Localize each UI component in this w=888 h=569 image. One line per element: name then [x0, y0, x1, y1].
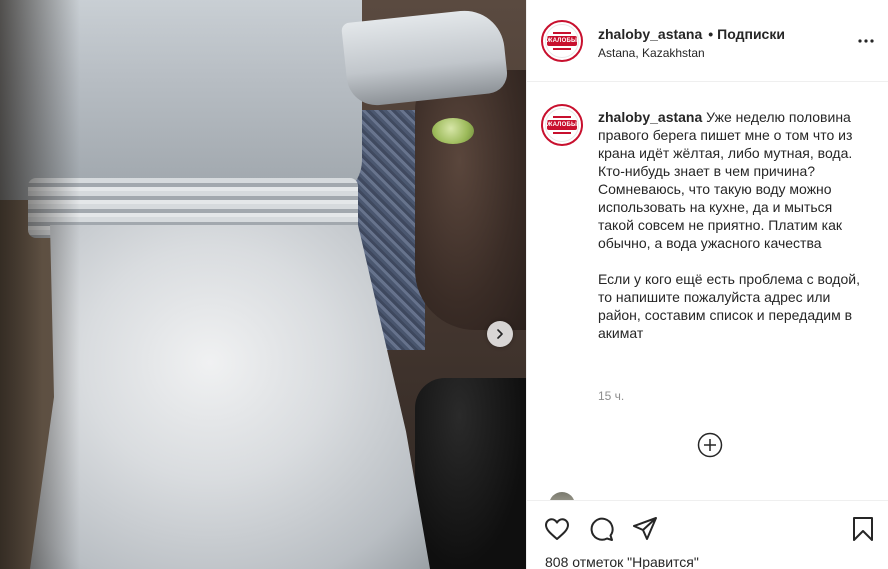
avatar-logo: ЖАЛОБЫ [545, 108, 579, 142]
bookmark-icon [853, 517, 873, 541]
photo-hand [415, 70, 526, 330]
avatar-logo: ЖАЛОБЫ [545, 24, 579, 58]
comment-button[interactable] [587, 515, 615, 543]
avatar-stripe [553, 132, 571, 134]
like-button[interactable] [543, 515, 571, 543]
caption-section: ЖАЛОБЫ zhaloby_astana Уже неделю половин… [527, 82, 888, 482]
action-bar: 808 отметок "Нравится" [527, 500, 888, 569]
photo-pitcher-spout [340, 6, 510, 109]
share-button[interactable] [631, 515, 659, 543]
save-button[interactable] [849, 515, 877, 543]
avatar-badge: ЖАЛОБЫ [546, 36, 578, 46]
photo-ring [432, 118, 474, 144]
avatar[interactable]: ЖАЛОБЫ [541, 104, 583, 146]
photo-dark-object [415, 378, 526, 569]
paper-plane-icon [633, 517, 657, 540]
caption-body-2: Если у кого ещё есть проблема с водой, т… [598, 271, 864, 341]
likes-count[interactable]: 808 отметок "Нравится" [545, 554, 699, 569]
avatar-stripe [553, 48, 571, 50]
post-header: ЖАЛОБЫ zhaloby_astana • Подписки Astana, K… [527, 0, 888, 82]
avatar-stripe [553, 116, 571, 118]
post-photo[interactable] [0, 0, 526, 569]
separator-dot: • [708, 26, 714, 42]
heart-icon [545, 518, 569, 540]
username-link[interactable]: zhaloby_astana [598, 26, 702, 42]
comment-icon [590, 517, 614, 541]
header-username-row: zhaloby_astana • Подписки [598, 26, 785, 42]
caption-text: zhaloby_astana Уже неделю половина право… [598, 108, 870, 342]
photo-pitcher-body [30, 225, 430, 569]
plus-circle-icon [697, 432, 723, 458]
avatar-stripe [553, 32, 571, 34]
avatar-badge: ЖАЛОБЫ [546, 120, 578, 130]
chevron-right-icon [497, 329, 503, 339]
more-options-button[interactable] [857, 32, 875, 50]
follow-button[interactable]: Подписки [717, 26, 785, 42]
caption-username[interactable]: zhaloby_astana [598, 109, 702, 125]
post-time[interactable]: 15 ч. [598, 389, 624, 403]
post-sidebar: ЖАЛОБЫ zhaloby_astana • Подписки Astana, K… [526, 0, 888, 569]
photo-shadow [0, 0, 80, 569]
more-icon [858, 39, 874, 43]
comment-avatar-peek [549, 492, 575, 500]
caption-body: Уже неделю половина правого берега пишет… [598, 109, 857, 251]
avatar[interactable]: ЖАЛОБЫ [541, 20, 583, 62]
load-more-comments-button[interactable] [697, 432, 723, 458]
location-link[interactable]: Astana, Kazakhstan [598, 46, 705, 60]
next-photo-button[interactable] [487, 321, 513, 347]
